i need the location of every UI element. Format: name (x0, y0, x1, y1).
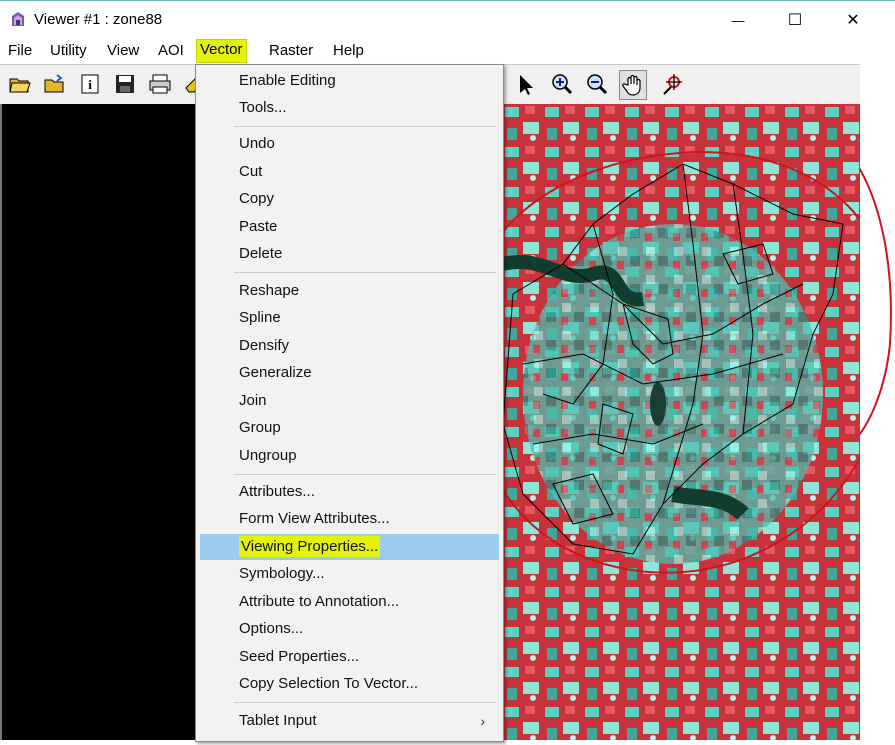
menu-item-tablet-input[interactable]: Tablet Input › (200, 708, 499, 734)
pan-hand-icon[interactable] (619, 70, 647, 100)
title-bar: Viewer #1 : zone88 — ☐ ✕ (0, 0, 895, 39)
menu-item-form-view-attributes[interactable]: Form View Attributes... (200, 506, 499, 532)
zoom-in-icon[interactable] (550, 72, 574, 96)
menu-item-densify[interactable]: Densify (200, 333, 499, 359)
menu-utility[interactable]: Utility (47, 40, 90, 62)
menu-raster[interactable]: Raster (266, 40, 316, 62)
menu-item-generalize[interactable]: Generalize (200, 360, 499, 386)
close-icon: ✕ (846, 12, 860, 29)
save-icon[interactable] (113, 72, 137, 96)
menu-separator (234, 126, 496, 127)
menu-help[interactable]: Help (330, 40, 367, 62)
menu-item-tablet-input-label: Tablet Input (239, 712, 317, 729)
chevron-right-icon: › (480, 713, 485, 729)
menu-item-reshape[interactable]: Reshape (200, 278, 499, 304)
menu-item-enable-editing[interactable]: Enable Editing (200, 68, 499, 94)
zoom-out-icon[interactable] (585, 72, 609, 96)
maximize-button[interactable]: ☐ (772, 3, 818, 37)
app-icon (12, 12, 24, 26)
menu-item-spline[interactable]: Spline (200, 305, 499, 331)
menu-item-undo[interactable]: Undo (200, 131, 499, 157)
window-right-margin (849, 64, 895, 740)
menu-item-group[interactable]: Group (200, 415, 499, 441)
print-icon[interactable] (148, 72, 172, 96)
vector-dropdown-menu: Enable Editing Tools... Undo Cut Copy Pa… (195, 64, 504, 742)
menu-item-paste[interactable]: Paste (200, 214, 499, 240)
menu-aoi[interactable]: AOI (155, 40, 187, 62)
menu-item-viewing-properties[interactable]: Viewing Properties... (200, 534, 499, 560)
menu-separator (234, 474, 496, 475)
open-layer-icon[interactable] (43, 72, 67, 96)
menu-bar: File Utility View AOI Vector Raster Help (0, 38, 895, 64)
viewer-canvas-left (0, 104, 198, 740)
satellite-image (503, 104, 860, 740)
menu-item-attributes[interactable]: Attributes... (200, 479, 499, 505)
menu-item-join[interactable]: Join (200, 388, 499, 414)
inquire-cursor-icon[interactable] (660, 72, 684, 96)
menu-item-viewing-properties-label: Viewing Properties... (239, 536, 381, 557)
menu-item-attribute-to-annotation[interactable]: Attribute to Annotation... (200, 589, 499, 615)
menu-item-symbology[interactable]: Symbology... (200, 561, 499, 587)
pointer-icon[interactable] (515, 72, 539, 96)
menu-view[interactable]: View (104, 40, 142, 62)
minimize-button[interactable]: — (715, 3, 761, 37)
menu-vector[interactable]: Vector (196, 39, 247, 63)
menu-item-options[interactable]: Options... (200, 616, 499, 642)
menu-file[interactable]: File (5, 40, 35, 62)
minimize-icon: — (731, 12, 745, 28)
menu-item-cut[interactable]: Cut (200, 159, 499, 185)
menu-item-copy[interactable]: Copy (200, 186, 499, 212)
menu-item-tools[interactable]: Tools... (200, 95, 499, 121)
menu-item-seed-properties[interactable]: Seed Properties... (200, 644, 499, 670)
open-folder-icon[interactable] (8, 72, 32, 96)
maximize-icon: ☐ (787, 12, 803, 29)
close-button[interactable]: ✕ (830, 3, 876, 37)
menu-separator (234, 272, 496, 273)
menu-item-ungroup[interactable]: Ungroup (200, 443, 499, 469)
info-icon[interactable]: i (78, 72, 102, 96)
menu-separator (234, 702, 496, 703)
menu-item-copy-selection-to-vector[interactable]: Copy Selection To Vector... (200, 671, 499, 697)
menu-item-delete[interactable]: Delete (200, 241, 499, 267)
svg-text:i: i (88, 77, 92, 92)
window-title: Viewer #1 : zone88 (34, 11, 163, 28)
